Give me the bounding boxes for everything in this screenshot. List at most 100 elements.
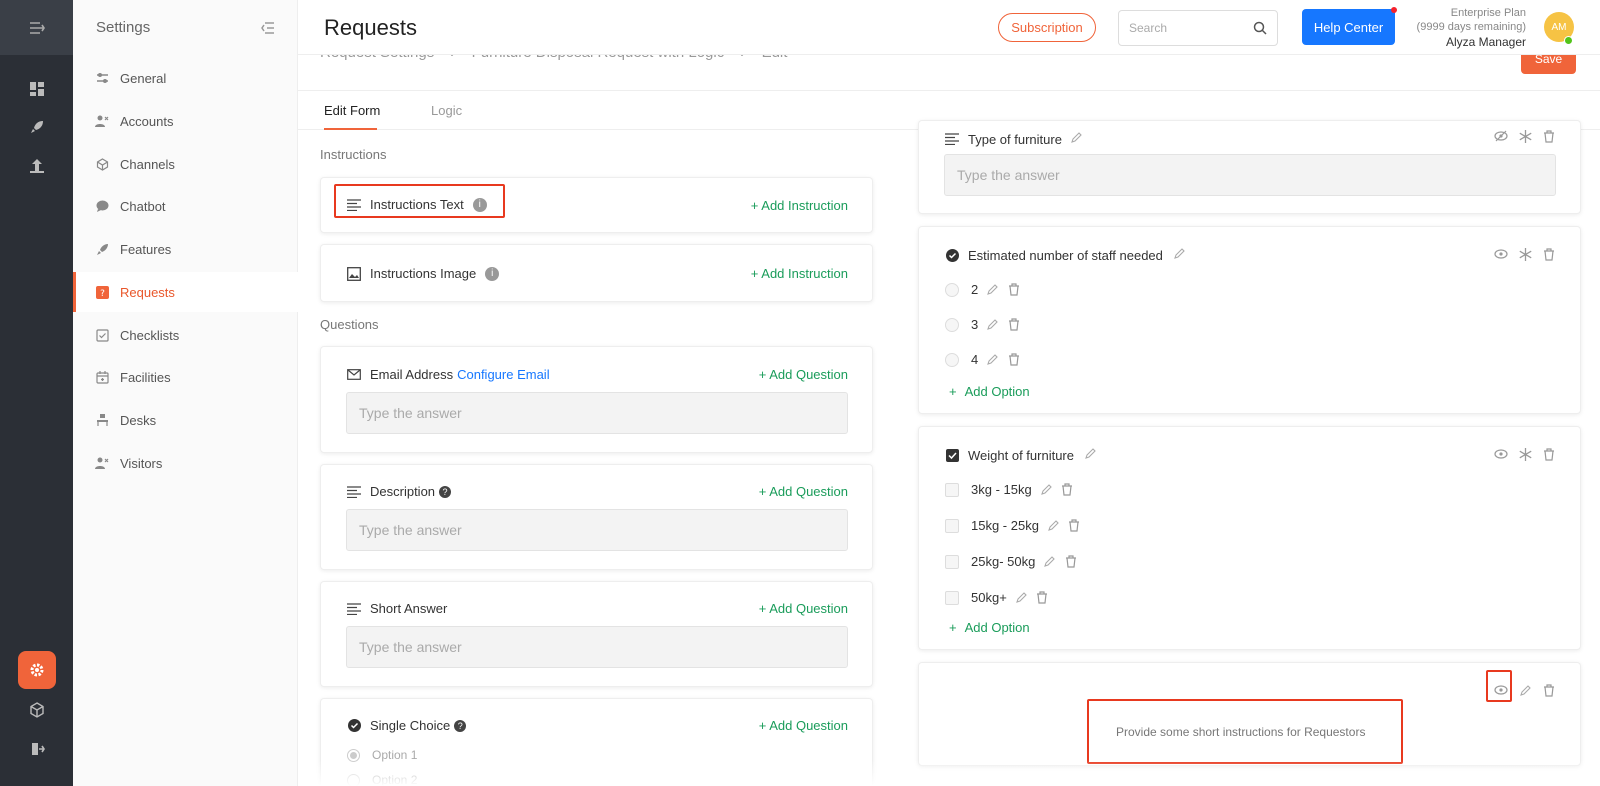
trash-icon[interactable] xyxy=(1007,283,1020,296)
pencil-icon[interactable] xyxy=(1070,131,1083,147)
pencil-icon[interactable] xyxy=(986,318,999,331)
pencil-icon[interactable] xyxy=(1047,519,1060,532)
sidebar-item-desks[interactable]: Desks xyxy=(73,400,298,440)
asterisk-required-icon[interactable] xyxy=(1518,447,1532,461)
checkbox[interactable] xyxy=(945,590,959,605)
search-input[interactable]: Search xyxy=(1118,10,1278,46)
pencil-icon[interactable] xyxy=(986,353,999,366)
add-option-link[interactable]: + Add Option xyxy=(949,620,1030,635)
weight-of-furniture-card[interactable]: Weight of furniture 3kg - 15kg 15kg - 25… xyxy=(918,426,1581,650)
help-question-icon[interactable]: ? xyxy=(454,719,467,732)
description-answer-input[interactable]: Type the answer xyxy=(346,509,848,551)
instructions-text-title: Instructions Text i xyxy=(347,197,487,212)
trash-icon[interactable] xyxy=(1068,519,1081,532)
trash-icon[interactable] xyxy=(1542,129,1556,143)
help-question-icon[interactable]: ? xyxy=(439,485,452,498)
sidebar-item-checklists[interactable]: Checklists xyxy=(73,315,298,355)
email-question-card[interactable]: Email Address Configure Email + Add Ques… xyxy=(320,346,873,453)
single-choice-option[interactable]: Option 1 xyxy=(347,748,417,762)
checkbox[interactable] xyxy=(945,518,959,533)
pencil-icon[interactable] xyxy=(986,283,999,296)
type-of-furniture-input[interactable]: Type the answer xyxy=(944,154,1556,196)
eye-icon[interactable] xyxy=(1494,247,1508,261)
sidebar-item-chatbot[interactable]: Chatbot xyxy=(73,186,298,226)
checkbox[interactable] xyxy=(945,554,959,569)
pencil-icon[interactable] xyxy=(1173,247,1186,263)
pencil-icon[interactable] xyxy=(1040,483,1053,496)
subscription-button[interactable]: Subscription xyxy=(998,13,1096,42)
trash-icon[interactable] xyxy=(1036,591,1049,604)
trash-icon[interactable] xyxy=(1542,247,1556,261)
sidebar-item-visitors[interactable]: Visitors xyxy=(73,443,298,483)
instructions-text-card[interactable]: Instructions Text i + Add Instruction xyxy=(320,177,873,233)
add-question-link[interactable]: + Add Question xyxy=(759,484,848,499)
cube-icon[interactable] xyxy=(24,697,50,723)
sidebar-item-features[interactable]: Features xyxy=(73,229,298,269)
asterisk-required-icon[interactable] xyxy=(1518,129,1532,143)
tab-edit-form[interactable]: Edit Form xyxy=(324,103,380,118)
logout-icon[interactable] xyxy=(24,736,50,762)
help-center-button[interactable]: Help Center xyxy=(1302,9,1395,45)
tab-logic[interactable]: Logic xyxy=(431,103,462,118)
eye-icon[interactable] xyxy=(1494,683,1508,697)
add-question-link[interactable]: + Add Question xyxy=(759,601,848,616)
trash-icon[interactable] xyxy=(1061,483,1074,496)
add-option-link[interactable]: + Add Option xyxy=(949,384,1030,399)
eye-off-icon[interactable] xyxy=(1494,129,1508,143)
sidebar-item-general[interactable]: General xyxy=(73,58,298,98)
asterisk-required-icon[interactable] xyxy=(1518,247,1532,261)
single-choice-option[interactable]: Option 2 xyxy=(347,773,417,786)
add-question-link[interactable]: + Add Question xyxy=(759,367,848,382)
pencil-icon[interactable] xyxy=(1043,555,1056,568)
trash-icon[interactable] xyxy=(1542,683,1556,697)
single-choice-question-card[interactable]: Single Choice ? + Add Question Option 1 … xyxy=(320,698,873,786)
configure-email-link[interactable]: Configure Email xyxy=(457,367,550,382)
rocket-icon[interactable] xyxy=(24,114,50,140)
radio-button[interactable] xyxy=(347,773,360,786)
pencil-icon[interactable] xyxy=(1015,591,1028,604)
add-instruction-link[interactable]: + Add Instruction xyxy=(751,198,848,213)
sidebar-item-requests[interactable]: ? Requests xyxy=(73,272,298,312)
pencil-icon[interactable] xyxy=(1518,683,1532,697)
rail-expand[interactable] xyxy=(0,0,73,55)
trash-icon[interactable] xyxy=(1007,353,1020,366)
trash-icon[interactable] xyxy=(1542,447,1556,461)
radio-button[interactable] xyxy=(945,317,959,332)
trash-icon[interactable] xyxy=(1064,555,1077,568)
sidebar-item-facilities[interactable]: Facilities xyxy=(73,357,298,397)
info-icon[interactable]: i xyxy=(485,266,500,281)
weight-option[interactable]: 25kg- 50kg xyxy=(945,554,1077,569)
weight-option[interactable]: 3kg - 15kg xyxy=(945,482,1074,497)
instructions-text-item-card[interactable]: Provide some short instructions for Requ… xyxy=(918,662,1581,766)
sidebar-item-channels[interactable]: Channels xyxy=(73,144,298,184)
instructions-image-card[interactable]: Instructions Image i + Add Instruction xyxy=(320,244,873,302)
info-icon[interactable]: i xyxy=(472,197,487,212)
collapse-sidebar-icon[interactable] xyxy=(261,21,275,34)
trash-icon[interactable] xyxy=(1007,318,1020,331)
eye-icon[interactable] xyxy=(1494,447,1508,461)
short-answer-input[interactable]: Type the answer xyxy=(346,626,848,668)
pencil-icon[interactable] xyxy=(1084,447,1097,463)
weight-option[interactable]: 50kg+ xyxy=(945,590,1049,605)
checkbox[interactable] xyxy=(945,482,959,497)
staff-option[interactable]: 3 xyxy=(945,317,1020,332)
radio-button[interactable] xyxy=(945,282,959,297)
staff-option[interactable]: 4 xyxy=(945,352,1020,367)
type-of-furniture-card[interactable]: Type of furniture Type the answer xyxy=(918,120,1581,214)
analytics-icon[interactable] xyxy=(24,153,50,179)
sidebar-item-accounts[interactable]: Accounts xyxy=(73,101,298,141)
weight-option[interactable]: 15kg - 25kg xyxy=(945,518,1081,533)
instructions-placeholder-text[interactable]: Provide some short instructions for Requ… xyxy=(1116,725,1365,739)
user-name[interactable]: Alyza Manager xyxy=(1398,35,1526,49)
description-question-card[interactable]: Description ? + Add Question Type the an… xyxy=(320,464,873,570)
radio-button[interactable] xyxy=(347,748,360,762)
short-answer-question-card[interactable]: Short Answer + Add Question Type the ans… xyxy=(320,581,873,687)
staff-needed-card[interactable]: Estimated number of staff needed 2 3 4 +… xyxy=(918,226,1581,414)
radio-button[interactable] xyxy=(945,352,959,367)
dashboard-icon[interactable] xyxy=(24,76,50,102)
add-instruction-link[interactable]: + Add Instruction xyxy=(751,266,848,281)
email-answer-input[interactable]: Type the answer xyxy=(346,392,848,434)
add-question-link[interactable]: + Add Question xyxy=(759,718,848,733)
staff-option[interactable]: 2 xyxy=(945,282,1020,297)
settings-gear-button[interactable] xyxy=(18,651,56,689)
